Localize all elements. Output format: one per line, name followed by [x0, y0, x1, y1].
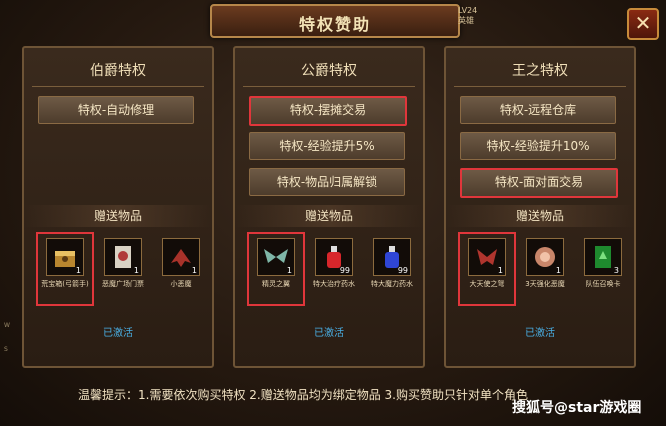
item-name: 特大魔力药水 — [371, 280, 413, 288]
item-name: 特大治疗药水 — [313, 280, 355, 288]
item-slot: 1 — [257, 238, 295, 276]
privilege-remote-storage[interactable]: 特权-远程仓库 — [460, 96, 616, 124]
gift-header: 赠送物品 — [24, 205, 212, 227]
status-activated: 已激活 — [103, 328, 133, 339]
side-mark-s: S — [4, 346, 8, 353]
item-count: 1 — [497, 266, 503, 275]
item-count: 1 — [133, 266, 139, 275]
panel-title: 伯爵特权 — [90, 63, 146, 79]
status-activated: 已激活 — [525, 328, 555, 339]
demon-icon — [535, 247, 555, 267]
privilege-exp-10[interactable]: 特权-经验提升10% — [460, 132, 616, 160]
item-slot: 1 — [104, 238, 142, 276]
gift-items: 1 大天使之弩 1 3天强化恶魔 3 队伍召唤卡 — [456, 232, 628, 314]
divider — [32, 86, 204, 87]
item-name: 队伍召唤卡 — [585, 280, 621, 288]
privilege-stall-trade[interactable]: 特权-摆摊交易 — [249, 96, 407, 126]
privilege-window: 特权赞助 LV24 英雄 ✕ W S 伯爵特权 特权-自动修理 赠送物品 1 荒… — [0, 0, 666, 426]
item-count: 1 — [555, 266, 561, 275]
gift-item-elf-wings[interactable]: 1 精灵之翼 — [247, 232, 305, 306]
gift-item-heal-potion[interactable]: 99 特大治疗药水 — [305, 234, 363, 306]
wings-icon — [264, 249, 288, 263]
item-slot: 99 — [373, 238, 411, 276]
close-button[interactable]: ✕ — [627, 8, 659, 40]
gift-item-mana-potion[interactable]: 99 特大魔力药水 — [363, 234, 421, 306]
gift-header: 赠送物品 — [235, 205, 423, 227]
item-name: 荒宝箱(弓箭手) — [41, 280, 89, 288]
item-name: 大天使之弩 — [469, 280, 505, 288]
panel-title: 公爵特权 — [301, 63, 357, 79]
item-count: 1 — [286, 266, 292, 275]
panel-king: 王之特权 特权-远程仓库 特权-经验提升10% 特权-面对面交易 赠送物品 1 … — [444, 46, 636, 368]
gift-item-ticket[interactable]: 1 恶魔广场门票 — [94, 234, 152, 306]
gift-header: 赠送物品 — [446, 205, 634, 227]
window-title: 特权赞助 — [298, 15, 371, 34]
crossbow-icon — [477, 249, 497, 265]
privilege-auto-repair[interactable]: 特权-自动修理 — [38, 96, 194, 124]
item-count: 99 — [339, 266, 350, 275]
panel-title: 王之特权 — [512, 63, 568, 79]
item-name: 3天强化恶魔 — [525, 280, 565, 288]
imp-icon — [171, 249, 191, 267]
item-count: 3 — [613, 266, 619, 275]
item-slot: 1 — [162, 238, 200, 276]
gift-item-archangel-crossbow[interactable]: 1 大天使之弩 — [458, 232, 516, 306]
privilege-face-trade[interactable]: 特权-面对面交易 — [460, 168, 618, 198]
item-slot: 99 — [315, 238, 353, 276]
privilege-ownership-unlock[interactable]: 特权-物品归属解锁 — [249, 168, 405, 196]
gift-item-treasure-box[interactable]: 1 荒宝箱(弓箭手) — [36, 232, 94, 306]
item-slot: 1 — [468, 238, 506, 276]
tip-text: 温馨提示：1.需要依次购买特权 2.赠送物品均为绑定物品 3.购买赞助只针对单个… — [78, 388, 528, 402]
divider — [454, 86, 626, 87]
item-slot: 1 — [526, 238, 564, 276]
title-bar: 特权赞助 LV24 英雄 — [210, 4, 477, 38]
item-count: 1 — [191, 266, 197, 275]
item-slot: 3 — [584, 238, 622, 276]
item-name: 精灵之翼 — [262, 280, 290, 288]
item-name: 小恶魔 — [170, 280, 192, 288]
side-mark-w: W — [4, 322, 10, 329]
card-icon — [595, 246, 611, 268]
watermark: 搜狐号@star游戏圈 — [512, 400, 642, 416]
item-slot: 1 — [46, 238, 84, 276]
treasure-box-icon — [55, 251, 75, 267]
level-badge: LV24 英雄 — [458, 6, 478, 25]
privilege-exp-5[interactable]: 特权-经验提升5% — [249, 132, 405, 160]
gift-item-summon-card[interactable]: 3 队伍召唤卡 — [574, 234, 632, 306]
gift-items: 1 荒宝箱(弓箭手) 1 恶魔广场门票 1 小恶魔 — [34, 232, 206, 314]
panel-duke: 公爵特权 特权-摆摊交易 特权-经验提升5% 特权-物品归属解锁 赠送物品 1 … — [233, 46, 425, 368]
gift-item-imp[interactable]: 1 小恶魔 — [152, 234, 210, 306]
gift-item-enhanced-demon[interactable]: 1 3天强化恶魔 — [516, 234, 574, 306]
status-activated: 已激活 — [314, 328, 344, 339]
gift-items: 1 精灵之翼 99 特大治疗药水 99 特大魔力药水 — [245, 232, 417, 314]
ticket-icon — [115, 246, 131, 268]
divider — [243, 86, 415, 87]
panel-earl: 伯爵特权 特权-自动修理 赠送物品 1 荒宝箱(弓箭手) 1 恶魔广场门票 1 … — [22, 46, 214, 368]
item-count: 99 — [397, 266, 408, 275]
item-count: 1 — [75, 266, 81, 275]
item-name: 恶魔广场门票 — [102, 280, 144, 288]
